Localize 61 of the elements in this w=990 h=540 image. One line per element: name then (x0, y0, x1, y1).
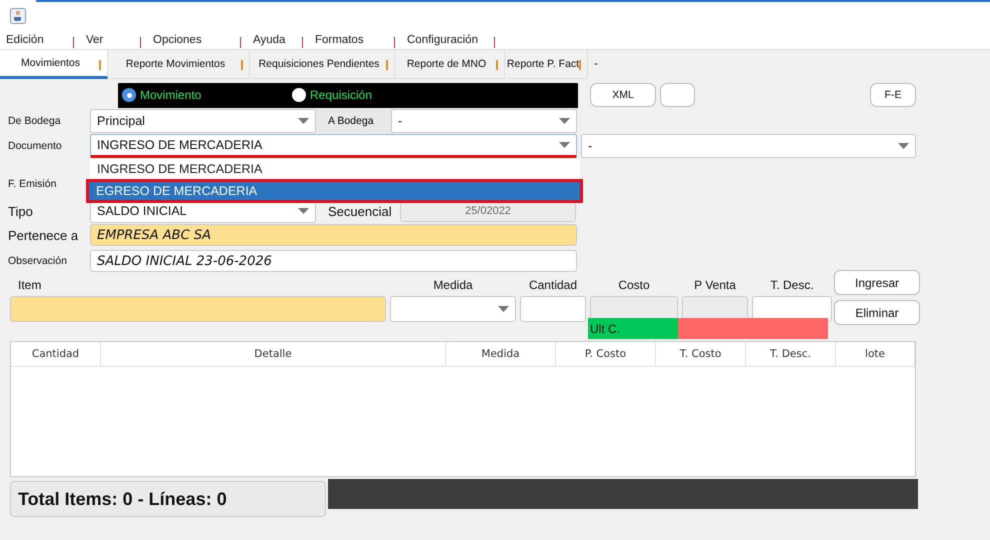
last-cost-bar: Ult C. (588, 318, 678, 339)
company-field[interactable]: EMPRESA ABC SA (90, 224, 577, 246)
tab[interactable]: Requisiciones Pendientes (250, 50, 395, 79)
tab[interactable]: Reporte Movimientos (108, 50, 250, 79)
field-label: A Bodega (316, 109, 391, 133)
tab-overflow: - (594, 58, 598, 72)
caret-icon (298, 208, 309, 214)
radio-label[interactable]: Movimiento (140, 88, 202, 102)
tab[interactable]: Movimientos (0, 50, 108, 79)
field-label: Tipo (8, 204, 34, 218)
radio-label[interactable]: Requisición (310, 88, 372, 102)
caret-icon (498, 306, 509, 312)
entry-field[interactable] (520, 296, 586, 322)
caret-icon (298, 118, 309, 124)
column-label: P Venta (694, 278, 736, 292)
column-header: lote (836, 342, 915, 366)
warehouse-select[interactable]: Principal (90, 109, 316, 133)
field-label: Documento (8, 140, 63, 152)
radio-button[interactable] (292, 88, 306, 102)
column-label: Item (17, 278, 42, 292)
column-label: Cantidad (528, 278, 578, 292)
radio-button[interactable] (122, 88, 136, 102)
entry-field[interactable] (10, 296, 386, 322)
column-label: T. Desc. (770, 278, 814, 292)
document-extra-select[interactable]: - (581, 134, 916, 158)
tab[interactable]: Reporte de MNO (395, 50, 505, 79)
menu-item[interactable]: Formatos (309, 34, 364, 46)
column-header: Cantidad (11, 342, 101, 366)
column-label: Costo (618, 278, 650, 292)
caret-icon (898, 143, 909, 149)
menu-item[interactable]: Edición (0, 34, 44, 46)
tab[interactable]: Reporte P. Fact (505, 50, 588, 79)
field-label: Secuencial (327, 204, 393, 218)
coffee-cup-icon[interactable] (10, 8, 26, 24)
menu-item[interactable]: Opciones (147, 34, 202, 46)
field-label: F. Emisión (8, 178, 58, 190)
unit-select[interactable] (390, 296, 516, 322)
blank-button[interactable] (660, 83, 695, 107)
column-header: Medida (446, 342, 556, 366)
fe-button[interactable]: F-E (870, 83, 916, 107)
warehouse-select[interactable]: - (391, 109, 577, 133)
field-label: Pertenece a (8, 228, 80, 242)
field-label: Observación (8, 255, 68, 267)
menu-item[interactable]: Configuración (401, 34, 478, 46)
menu-item[interactable]: Ver (80, 34, 104, 46)
add-button[interactable]: Ingresar (834, 270, 920, 295)
document-select[interactable]: INGRESO DE MERCADERIA (90, 134, 577, 158)
column-header: T. Costo (656, 342, 746, 366)
column-header: Detalle (101, 342, 446, 366)
caret-icon (559, 142, 570, 148)
observation-field[interactable]: SALDO INICIAL 23-06-2026 (90, 250, 577, 272)
column-header: T. Desc. (746, 342, 836, 366)
column-label: Medida (433, 278, 473, 292)
column-header: P. Costo (556, 342, 656, 366)
delete-button[interactable]: Eliminar (834, 300, 920, 325)
totals-label: Total Items: 0 - Líneas: 0 (10, 481, 326, 517)
xml-button[interactable]: XML (590, 83, 656, 107)
field-label: De Bodega (8, 115, 62, 127)
menu-item[interactable]: Ayuda (247, 34, 286, 46)
caret-icon (559, 118, 570, 124)
dropdown-option[interactable]: EGRESO DE MERCADERIA (86, 179, 583, 203)
